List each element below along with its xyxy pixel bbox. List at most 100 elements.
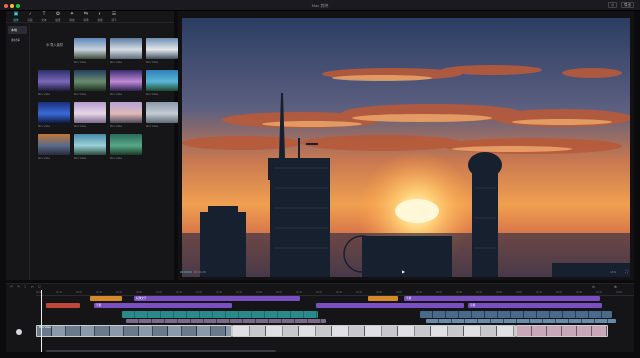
media-thumbnail[interactable]: Mov Video bbox=[38, 70, 70, 96]
app-title: Mac 剪映 bbox=[311, 3, 329, 8]
ruler-tick: 02:50 bbox=[376, 291, 382, 294]
timeline-scrollbar[interactable] bbox=[46, 350, 276, 352]
media-thumbnail[interactable]: Mov Video bbox=[74, 38, 106, 64]
ruler-tick: 04:10 bbox=[536, 291, 542, 294]
tab-adjust[interactable]: ☰ 调节 bbox=[108, 11, 120, 23]
main-video-clip[interactable] bbox=[516, 325, 608, 337]
thumbnail-name: Mov Video bbox=[74, 93, 87, 96]
tab-effects[interactable]: ✦ 特效 bbox=[66, 11, 78, 23]
undo-icon[interactable]: ↶ bbox=[10, 285, 13, 289]
ruler-tick: 04:50 bbox=[616, 291, 622, 294]
media-thumbnail[interactable]: Mov Video bbox=[146, 38, 178, 64]
ruler-tick: 00:50 bbox=[136, 291, 142, 294]
media-thumbnail[interactable]: Mov Video bbox=[110, 70, 142, 96]
overlay-video-clip[interactable] bbox=[122, 311, 318, 318]
tab-label: 媒体 bbox=[13, 19, 19, 22]
overlay-video-clip[interactable] bbox=[126, 319, 326, 323]
subnav-local[interactable]: 本地 bbox=[8, 26, 27, 34]
thumbnail-name: Mov Video bbox=[110, 125, 123, 128]
thumbnail-name: Mov Video bbox=[74, 61, 87, 64]
ruler-tick: 03:40 bbox=[476, 291, 482, 294]
preview-video[interactable] bbox=[182, 18, 630, 277]
tab-label: 特效 bbox=[69, 19, 75, 22]
thumbnail-name: Mov Video bbox=[146, 61, 159, 64]
play-icon[interactable]: ▶ bbox=[402, 269, 405, 274]
ruler-tick: 02:10 bbox=[296, 291, 302, 294]
ruler-tick: 00:40 bbox=[116, 291, 122, 294]
import-button[interactable]: ⊕ 导入素材 bbox=[46, 42, 63, 47]
sticker-icon: ✿ bbox=[55, 11, 61, 17]
ruler-tick: 03:00 bbox=[396, 291, 402, 294]
thumbnail-name: Mov Video bbox=[110, 157, 123, 160]
ruler-tick: 03:30 bbox=[456, 291, 462, 294]
layout-button[interactable]: ⎙ bbox=[608, 2, 617, 8]
timeline-panel: ↶ ↷ ⌶ ✂ ⛉ ⊖ ⊕ 00:00 00:10 00:20 00:30 00:40 00:50 01… bbox=[6, 283, 634, 352]
media-panel: ▣ 媒体 ♪ 音频 T 文本 ✿ 贴纸 ✦ 特效 ⇆ 转场 ◐ 滤镜 ☰ 调节 本地 素材库 ⊕ 导入素材 M… bbox=[6, 11, 178, 280]
main-video-clip[interactable]: Mov Video bbox=[36, 325, 232, 337]
media-thumbnail[interactable]: Mov Video bbox=[38, 134, 70, 160]
tab-audio[interactable]: ♪ 音频 bbox=[24, 11, 36, 23]
tab-text[interactable]: T 文本 bbox=[38, 11, 50, 23]
text-clip[interactable]: 字幕 bbox=[404, 296, 600, 301]
media-thumbnail[interactable]: Mov Video bbox=[146, 70, 178, 96]
tab-sticker[interactable]: ✿ 贴纸 bbox=[52, 11, 64, 23]
ruler-tick: 02:00 bbox=[276, 291, 282, 294]
text-clip[interactable] bbox=[316, 303, 464, 308]
effects-icon: ✦ bbox=[69, 11, 75, 17]
ruler-tick: 01:40 bbox=[236, 291, 242, 294]
tab-label: 调节 bbox=[111, 19, 117, 22]
media-thumbnail[interactable]: Mov Video bbox=[146, 102, 178, 128]
fullscreen-icon[interactable]: ⛶ bbox=[625, 269, 628, 274]
sunset-skyline-image bbox=[182, 18, 630, 277]
tab-label: 音频 bbox=[27, 19, 33, 22]
tab-media[interactable]: ▣ 媒体 bbox=[10, 11, 22, 23]
aspect-ratio[interactable]: 16:9 bbox=[610, 270, 616, 274]
media-thumbnail[interactable]: Mov Video bbox=[74, 70, 106, 96]
preview-panel: 00:00:00 00:04:28 ▶ 16:9 ⛶ bbox=[178, 11, 634, 280]
track-settings-icon[interactable] bbox=[16, 329, 22, 335]
tab-transition[interactable]: ⇆ 转场 bbox=[80, 11, 92, 23]
redo-icon[interactable]: ↷ bbox=[17, 285, 20, 289]
zoom-in-icon[interactable]: ⊕ bbox=[614, 285, 617, 289]
ruler-tick: 04:30 bbox=[576, 291, 582, 294]
title-bar: Mac 剪映 ⎙ 导出 bbox=[0, 0, 640, 11]
text-icon: T bbox=[42, 11, 46, 17]
tab-filter[interactable]: ◐ 滤镜 bbox=[94, 11, 106, 23]
main-video-clip[interactable] bbox=[232, 325, 516, 337]
effect-clip[interactable] bbox=[46, 303, 80, 308]
cut-icon[interactable]: ✂ bbox=[31, 285, 34, 289]
thumbnail-name: Mov Video bbox=[146, 93, 159, 96]
media-thumbnail[interactable]: Mov Video bbox=[74, 134, 106, 160]
text-clip[interactable]: 标题文字 bbox=[134, 296, 300, 301]
ruler-tick: 01:10 bbox=[176, 291, 182, 294]
audio-icon: ♪ bbox=[28, 11, 32, 17]
audio-clip[interactable] bbox=[368, 296, 398, 301]
ruler-tick: 00:20 bbox=[76, 291, 82, 294]
media-icon: ▣ bbox=[13, 11, 19, 17]
thumbnail-name: Mov Video bbox=[110, 61, 123, 64]
thumbnail-name: Mov Video bbox=[38, 93, 51, 96]
ruler-tick: 02:40 bbox=[356, 291, 362, 294]
thumbnail-name: Mov Video bbox=[38, 157, 51, 160]
delete-icon[interactable]: ⛉ bbox=[38, 285, 41, 289]
media-thumbnail[interactable]: Mov Video bbox=[38, 102, 70, 128]
zoom-out-icon[interactable]: ⊖ bbox=[592, 285, 595, 289]
text-clip[interactable]: 字幕 bbox=[468, 303, 602, 308]
ruler-tick: 00:30 bbox=[96, 291, 102, 294]
thumbnail-name: Mov Video bbox=[110, 93, 123, 96]
playhead[interactable] bbox=[41, 290, 42, 352]
media-thumbnail[interactable]: Mov Video bbox=[110, 102, 142, 128]
split-icon[interactable]: ⌶ bbox=[24, 285, 26, 289]
tab-label: 文本 bbox=[41, 19, 47, 22]
overlay-video-clip[interactable] bbox=[426, 319, 616, 323]
audio-clip[interactable] bbox=[90, 296, 122, 301]
media-thumbnail[interactable]: Mov Video bbox=[110, 38, 142, 64]
media-thumbnail[interactable]: Mov Video bbox=[110, 134, 142, 160]
adjust-icon: ☰ bbox=[111, 11, 117, 17]
export-button[interactable]: 导出 bbox=[621, 2, 634, 8]
text-clip[interactable]: 字幕 bbox=[94, 303, 232, 308]
overlay-video-clip[interactable] bbox=[420, 311, 612, 318]
media-thumbnail[interactable]: Mov Video bbox=[74, 102, 106, 128]
subnav-library[interactable]: 素材库 bbox=[8, 36, 27, 44]
transition-icon: ⇆ bbox=[83, 11, 89, 17]
